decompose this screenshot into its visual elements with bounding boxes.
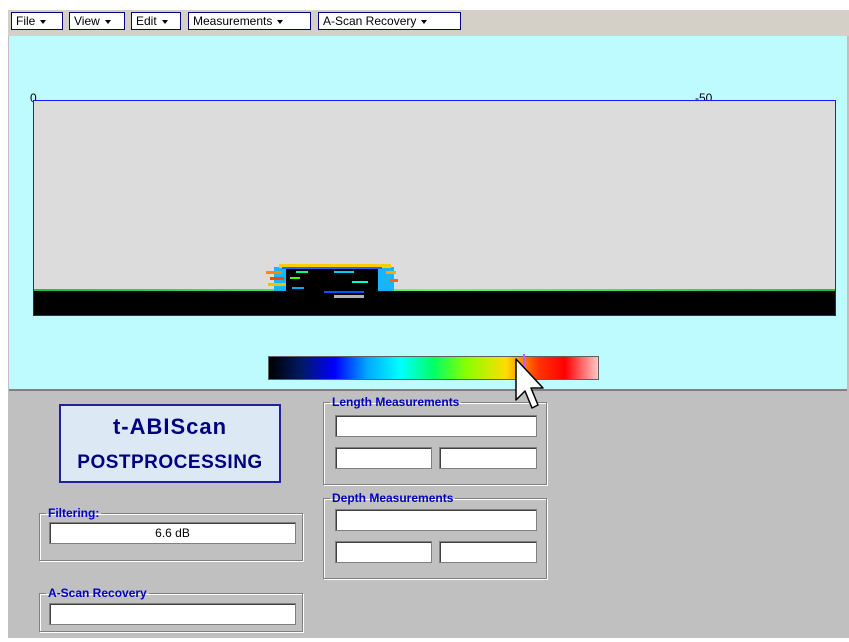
depth-measurement-main-field[interactable] xyxy=(335,509,537,531)
chevron-down-icon xyxy=(421,19,428,24)
menu-file-label: File xyxy=(16,14,36,28)
filtering-value-field[interactable]: 6.6 dB xyxy=(49,522,296,544)
ascan-recovery-field[interactable] xyxy=(49,603,296,625)
menu-edit-label: Edit xyxy=(136,14,157,28)
chevron-down-icon xyxy=(277,19,284,24)
logo-subtitle: POSTPROCESSING xyxy=(77,452,263,473)
scan-view[interactable]: 0 -50 xyxy=(9,36,847,394)
menu-measurements-label: Measurements xyxy=(193,14,273,28)
mouse-pointer-icon xyxy=(515,358,544,409)
menu-file-button[interactable]: File xyxy=(11,12,63,30)
menu-measurements-button[interactable]: Measurements xyxy=(188,12,311,30)
menu-ascan-recovery-label: A-Scan Recovery xyxy=(323,14,417,28)
menu-view-button[interactable]: View xyxy=(69,12,125,30)
depth-measurements-label: Depth Measurements xyxy=(332,491,454,505)
chevron-down-icon xyxy=(40,19,47,24)
chevron-down-icon xyxy=(104,19,111,24)
app-logo: t-ABIScan POSTPROCESSING xyxy=(59,404,281,483)
menu-edit-button[interactable]: Edit xyxy=(131,12,181,30)
filtering-label: Filtering: xyxy=(48,506,100,520)
defect-indication xyxy=(266,264,398,298)
length-measurement-right-field[interactable] xyxy=(439,447,537,469)
depth-measurement-right-field[interactable] xyxy=(439,541,537,563)
color-scale-bar[interactable] xyxy=(268,356,599,380)
control-panel: t-ABIScan POSTPROCESSING Filtering: 6.6 … xyxy=(9,391,847,638)
scan-plot[interactable] xyxy=(33,100,836,316)
menu-ascan-recovery-button[interactable]: A-Scan Recovery xyxy=(318,12,461,30)
menu-view-label: View xyxy=(74,14,100,28)
chevron-down-icon xyxy=(161,19,168,24)
length-measurement-left-field[interactable] xyxy=(335,447,432,469)
depth-measurement-left-field[interactable] xyxy=(335,541,432,563)
ascan-recovery-label: A-Scan Recovery xyxy=(48,586,147,600)
length-measurements-label: Length Measurements xyxy=(332,395,460,409)
length-measurement-main-field[interactable] xyxy=(335,415,537,437)
depth-measurements-group: Depth Measurements xyxy=(323,491,547,579)
app-window: File View Edit Measurements A-Scan Recov… xyxy=(8,10,849,638)
logo-title: t-ABIScan xyxy=(112,414,228,439)
menu-bar: File View Edit Measurements A-Scan Recov… xyxy=(8,10,849,36)
